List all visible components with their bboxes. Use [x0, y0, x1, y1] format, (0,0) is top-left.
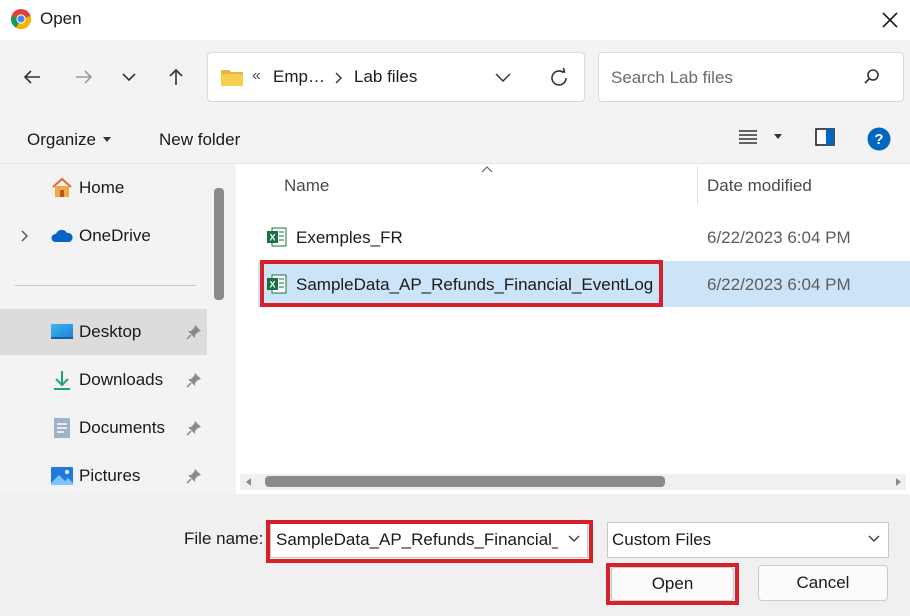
help-icon: ? [867, 127, 891, 151]
file-date: 6/22/2023 6:04 PM [707, 275, 851, 294]
organize-button[interactable]: Organize [27, 130, 111, 150]
view-options-button[interactable] [738, 129, 782, 145]
downloads-icon [54, 371, 70, 390]
chevron-right-icon [335, 72, 342, 84]
new-folder-button[interactable]: New folder [159, 130, 240, 150]
file-type-select[interactable]: Custom Files [607, 522, 889, 558]
organize-label: Organize [27, 130, 96, 149]
breadcrumb-segment-2[interactable]: Lab files [354, 67, 417, 87]
chevron-down-icon [868, 535, 880, 542]
breadcrumb-segment-1[interactable]: Emp… [273, 67, 325, 87]
scroll-right-icon[interactable] [894, 478, 902, 486]
file-type-value: Custom Files [612, 530, 712, 549]
preview-pane-icon [815, 128, 835, 146]
horizontal-scrollbar-thumb[interactable] [265, 476, 665, 487]
expand-chevron-icon[interactable] [20, 230, 30, 242]
search-icon[interactable] [863, 68, 881, 86]
arrow-right-icon [76, 70, 93, 84]
pictures-icon [51, 467, 73, 485]
desktop-icon [51, 324, 73, 339]
recent-locations-button[interactable] [112, 60, 146, 94]
svg-text:?: ? [874, 131, 883, 148]
address-dropdown-icon[interactable] [494, 71, 512, 85]
close-icon[interactable] [876, 6, 904, 34]
pin-icon[interactable] [186, 324, 202, 340]
sidebar-item-label: Downloads [79, 370, 164, 389]
highlight-annotation [606, 563, 739, 605]
preview-pane-button[interactable] [815, 128, 835, 151]
caret-down-icon [102, 137, 111, 142]
title-bar [0, 0, 910, 40]
sidebar-item-label: Pictures [79, 466, 141, 485]
sidebar-item-label: Home [79, 178, 125, 197]
excel-file-icon: X [267, 227, 287, 247]
address-bar[interactable]: « Emp… Lab files [207, 52, 585, 102]
onedrive-icon [51, 229, 73, 242]
window-title: Open [40, 9, 82, 28]
sidebar-item-desktop[interactable]: Desktop [0, 309, 207, 355]
pin-icon[interactable] [186, 420, 202, 436]
home-icon [52, 177, 72, 197]
folder-icon [221, 70, 243, 86]
sidebar-item-home[interactable]: Home [0, 165, 207, 211]
sidebar-item-downloads[interactable]: Downloads [0, 357, 207, 403]
scroll-left-icon[interactable] [245, 478, 253, 486]
arrow-up-icon [169, 68, 183, 85]
back-button[interactable] [15, 60, 49, 94]
highlight-annotation [266, 520, 593, 563]
search-box[interactable] [598, 52, 904, 102]
column-divider[interactable] [697, 166, 698, 204]
pin-icon[interactable] [186, 468, 202, 484]
sidebar-scrollbar[interactable] [214, 188, 224, 300]
sidebar-item-documents[interactable]: Documents [0, 405, 207, 451]
sidebar-item-label: Documents [79, 418, 165, 437]
file-name-label: File name: [184, 529, 264, 548]
sidebar-item-label: OneDrive [79, 226, 151, 245]
chevron-down-icon [122, 73, 136, 82]
cancel-button[interactable]: Cancel [758, 565, 888, 601]
file-row-exemples-fr[interactable]: X Exemples_FR 6/22/2023 6:04 PM [258, 214, 910, 260]
column-header-date-modified[interactable]: Date modified [707, 176, 812, 196]
sidebar-divider [15, 285, 196, 286]
documents-icon [54, 418, 70, 438]
refresh-icon[interactable] [548, 67, 570, 89]
search-input[interactable] [609, 65, 863, 91]
list-view-icon [739, 130, 757, 144]
sidebar-item-label: Desktop [79, 322, 142, 341]
sort-ascending-icon [481, 166, 493, 173]
caret-down-icon [774, 134, 782, 139]
highlight-annotation [260, 260, 663, 307]
breadcrumb-overflow[interactable]: « [252, 67, 261, 85]
up-button[interactable] [159, 60, 193, 94]
file-name: Exemples_FR [296, 228, 403, 247]
pin-icon[interactable] [186, 372, 202, 388]
chrome-logo-icon [10, 8, 32, 30]
file-date: 6/22/2023 6:04 PM [707, 228, 851, 247]
sidebar-item-onedrive[interactable]: OneDrive [0, 213, 207, 259]
arrow-left-icon [23, 70, 40, 84]
forward-button[interactable] [67, 60, 101, 94]
svg-text:X: X [269, 233, 275, 243]
help-button[interactable]: ? [867, 127, 891, 156]
sidebar-item-pictures[interactable]: Pictures [0, 453, 207, 499]
column-header-name[interactable]: Name [284, 176, 329, 196]
